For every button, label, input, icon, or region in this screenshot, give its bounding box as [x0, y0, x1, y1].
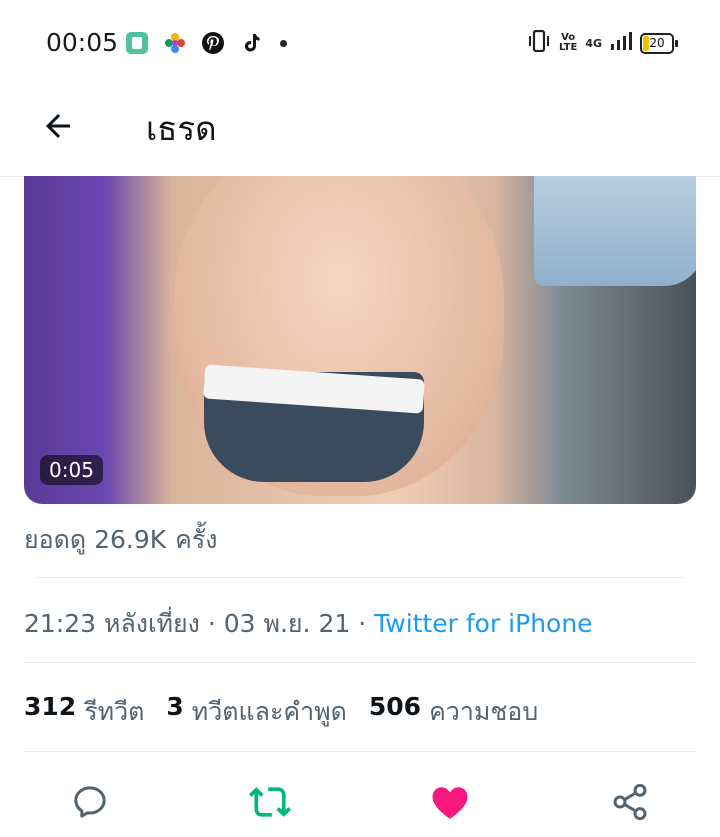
stat-number: 312: [24, 692, 77, 721]
pinterest-icon: [200, 30, 226, 56]
retweet-button[interactable]: [246, 778, 294, 826]
page-title: เธรด: [146, 109, 217, 148]
quote-count[interactable]: 3 ทวีตและคำพูด: [166, 692, 347, 732]
header: เธรด: [0, 88, 720, 177]
action-bar: [0, 770, 720, 834]
retweet-count[interactable]: 312 รีทวีต: [24, 692, 144, 732]
back-button[interactable]: [36, 104, 80, 148]
system-icons: Vo LTE 4G 20: [527, 29, 678, 56]
status-time: 00:05: [46, 28, 119, 57]
vibrate-icon: [527, 29, 551, 56]
network-type: 4G: [585, 36, 602, 50]
video-frame-region: [534, 176, 696, 286]
notification-icons: [124, 30, 287, 56]
photos-icon: [162, 30, 188, 56]
video-player[interactable]: 0:05: [24, 176, 696, 504]
arrow-left-icon: [46, 114, 70, 138]
divider: [34, 577, 686, 578]
signal-icon: [610, 31, 632, 55]
like-button[interactable]: [426, 778, 474, 826]
like-icon: [432, 787, 468, 819]
stat-number: 506: [368, 692, 422, 721]
stat-label: ทวีตและคำพูด: [191, 697, 347, 726]
video-duration: 0:05: [40, 455, 103, 485]
view-count-suffix: ครั้ง: [175, 525, 218, 554]
share-button[interactable]: [606, 778, 654, 826]
tiktok-icon: [238, 30, 264, 56]
reply-icon: [74, 786, 106, 818]
tweet-meta: 21:23 หลังเที่ยง · 03 พ.ย. 21 · Twitter …: [24, 604, 593, 644]
divider: [24, 751, 696, 752]
app-icon: [124, 30, 150, 56]
view-count-text: ยอดดู 26.9K: [24, 525, 167, 554]
tweet-source-link[interactable]: Twitter for iPhone: [374, 609, 592, 638]
stat-label: ความชอบ: [429, 697, 539, 726]
battery-icon: 20: [640, 32, 678, 54]
share-icon: [613, 783, 647, 821]
stat-label: รีทวีต: [84, 697, 145, 726]
tweet-stats: 312 รีทวีต 3 ทวีตและคำพูด 506 ความชอบ: [24, 692, 538, 732]
status-bar: 00:05 Vo LTE 4G 20: [0, 0, 720, 88]
stat-number: 3: [166, 692, 184, 721]
battery-level: 20: [649, 36, 665, 50]
divider: [24, 662, 696, 663]
volte-bottom: LTE: [558, 42, 578, 53]
reply-button[interactable]: [66, 778, 114, 826]
retweet-icon: [248, 787, 292, 817]
more-notifications-icon: [280, 39, 287, 47]
like-count[interactable]: 506 ความชอบ: [369, 692, 538, 732]
volte-indicator: Vo LTE: [559, 33, 577, 53]
tweet-timestamp: 21:23 หลังเที่ยง · 03 พ.ย. 21 ·: [24, 609, 367, 638]
view-count: ยอดดู 26.9K ครั้ง: [24, 520, 218, 560]
